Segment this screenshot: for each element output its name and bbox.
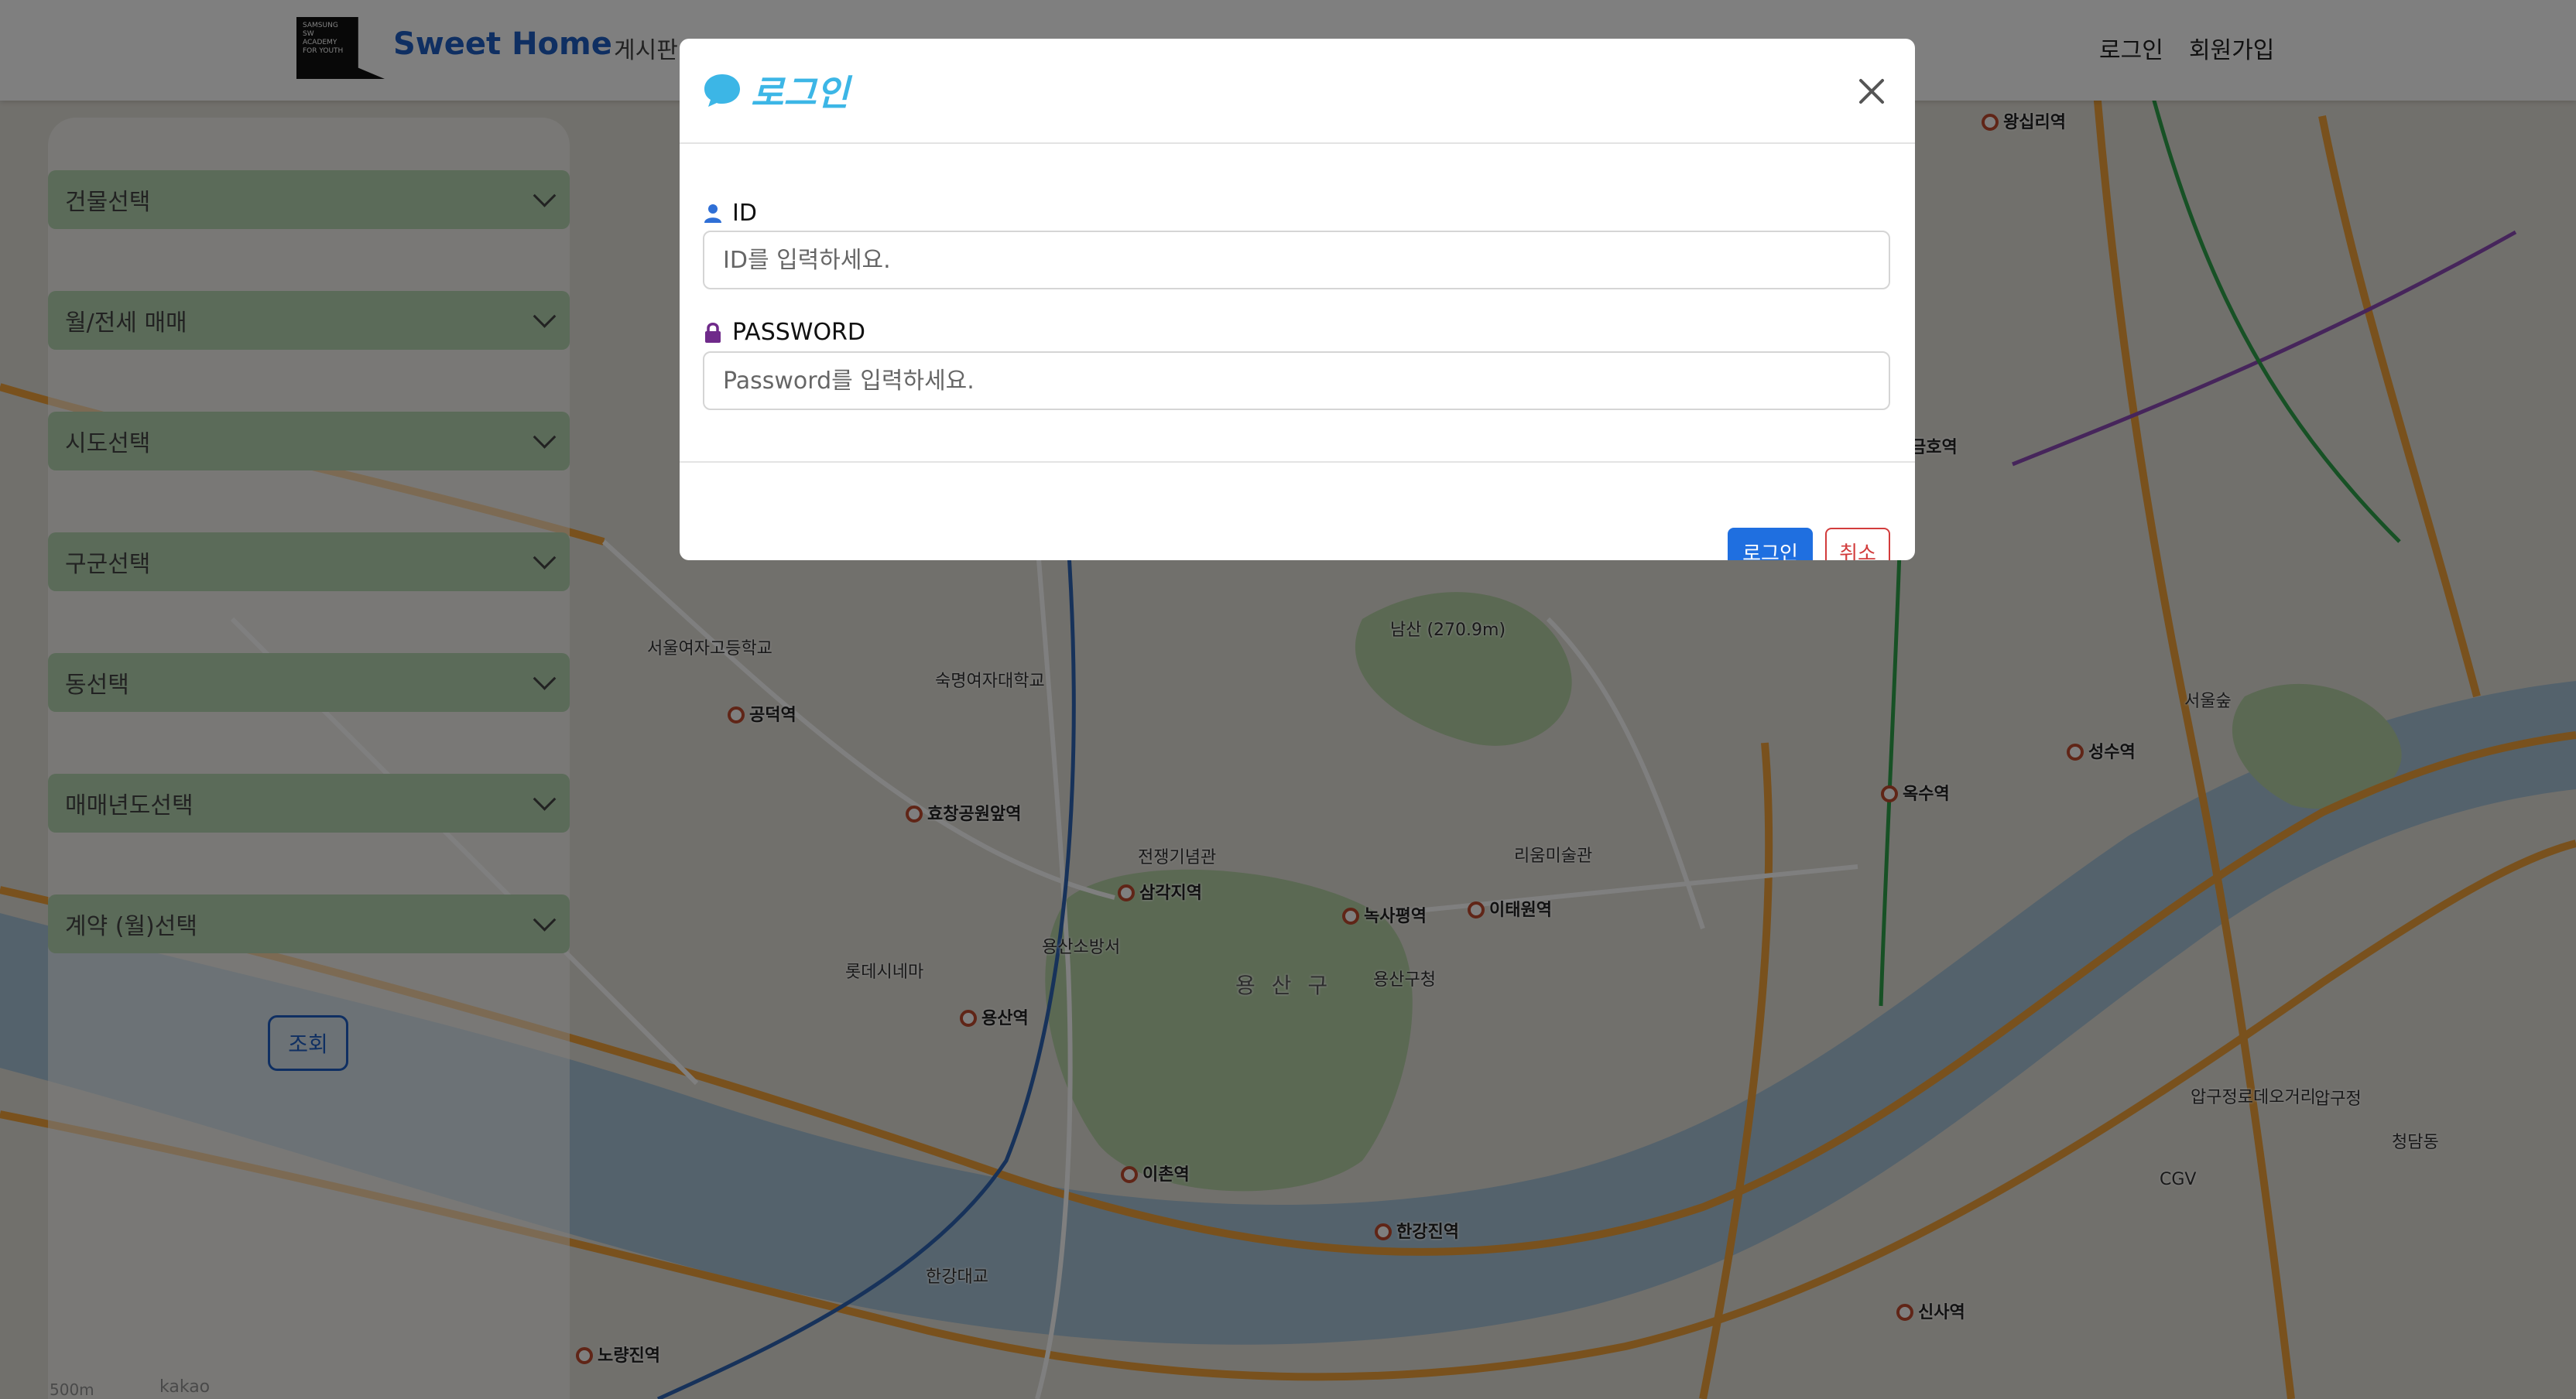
- id-input[interactable]: [703, 231, 1890, 289]
- id-label: ID: [703, 200, 757, 227]
- modal-header: 로그인: [680, 39, 1915, 144]
- password-input[interactable]: [703, 351, 1890, 410]
- close-icon: [1859, 79, 1884, 104]
- modal-footer: 로그인 취소: [680, 461, 1915, 560]
- id-label-text: ID: [732, 200, 757, 227]
- password-label: PASSWORD: [703, 319, 865, 346]
- login-modal: 로그인 ID PASSWORD 로그인 취소: [680, 39, 1915, 560]
- cancel-button[interactable]: 취소: [1825, 528, 1890, 560]
- lock-icon: [705, 322, 721, 343]
- modal-title: 로그인: [751, 72, 849, 114]
- login-submit-button[interactable]: 로그인: [1728, 528, 1813, 560]
- close-button[interactable]: [1850, 70, 1893, 113]
- chat-bubble-icon: [704, 74, 740, 107]
- person-icon: [704, 204, 721, 223]
- password-label-text: PASSWORD: [732, 319, 866, 346]
